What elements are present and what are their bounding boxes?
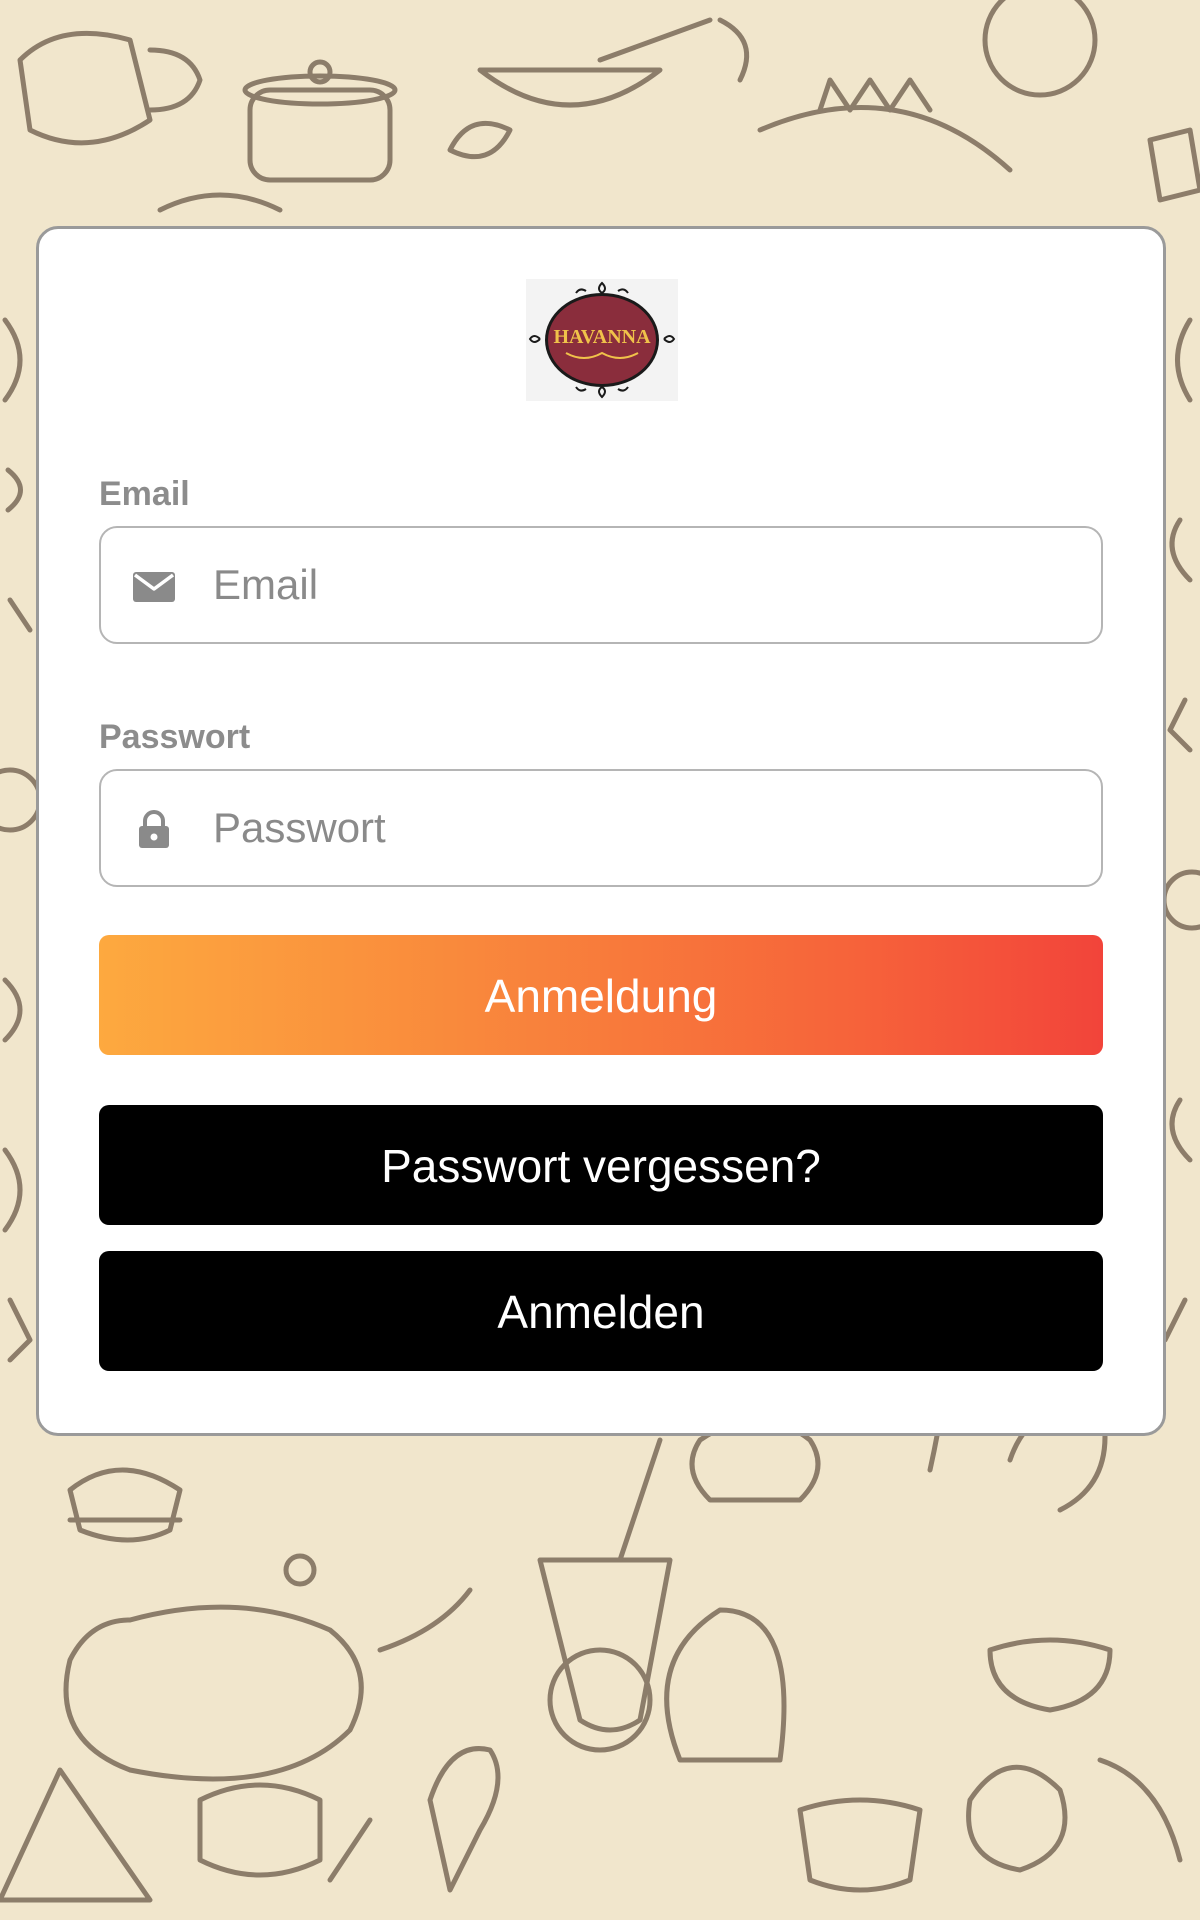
password-field[interactable] [99,769,1103,887]
sign-in-button[interactable]: Anmelden [99,1251,1103,1371]
forgot-password-button[interactable]: Passwort vergessen? [99,1105,1103,1225]
email-label: Email [99,475,190,513]
password-label: Passwort [99,718,251,756]
login-card: HAVANNA Email Passwort Anmeldung Passwor… [36,226,1166,1436]
envelope-icon [131,566,177,606]
email-input[interactable] [213,528,1073,642]
lock-icon [131,809,177,849]
password-input[interactable] [213,771,1073,885]
svg-text:HAVANNA: HAVANNA [553,326,651,348]
email-field[interactable] [99,526,1103,644]
login-button[interactable]: Anmeldung [99,935,1103,1055]
brand-logo: HAVANNA [526,279,678,401]
